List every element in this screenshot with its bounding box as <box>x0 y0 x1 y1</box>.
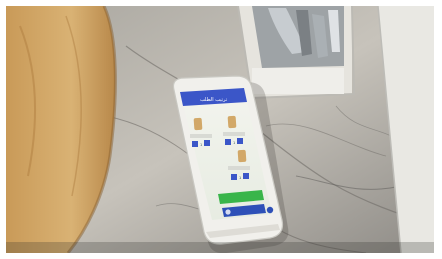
navigation-dot-icon[interactable] <box>266 206 274 214</box>
item-quantity: 1 <box>233 141 235 145</box>
item-quantity: 1 <box>239 176 241 180</box>
minus-button[interactable] <box>225 139 231 145</box>
scene: ترتيب الطلب 1 1 1 <box>6 6 434 253</box>
item-label-bar <box>190 134 212 138</box>
item-thumbnail <box>227 115 237 129</box>
item-label-bar <box>228 166 250 170</box>
minus-button[interactable] <box>192 141 198 147</box>
item-thumbnail <box>237 149 247 163</box>
photo-frame: ترتيب الطلب 1 1 1 <box>6 6 434 253</box>
minus-button[interactable] <box>231 174 237 180</box>
app-header-title: ترتيب الطلب <box>200 97 228 103</box>
plus-button[interactable] <box>237 138 243 144</box>
plus-button[interactable] <box>204 140 210 146</box>
cart-icon <box>225 209 231 215</box>
item-label-bar <box>223 132 245 136</box>
item-thumbnail <box>193 117 203 131</box>
plus-button[interactable] <box>243 173 249 179</box>
item-quantity: 1 <box>200 143 202 147</box>
